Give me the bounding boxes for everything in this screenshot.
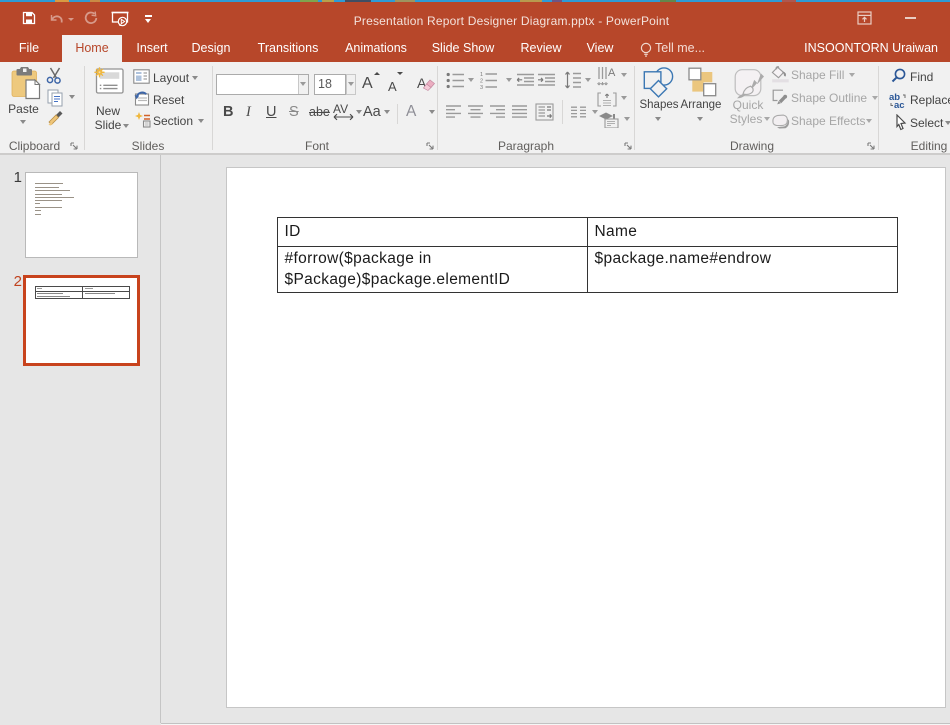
svg-text:A: A — [608, 67, 616, 79]
svg-text:ac: ac — [894, 100, 905, 109]
svg-text:3: 3 — [480, 85, 483, 90]
svg-text:1: 1 — [480, 72, 483, 78]
svg-text:2: 2 — [480, 79, 483, 85]
